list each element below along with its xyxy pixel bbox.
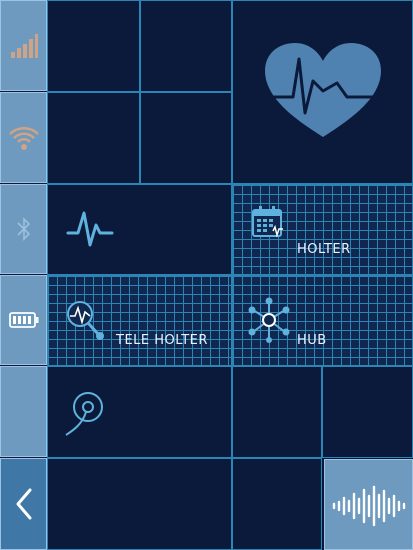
signal-strength-icon: [10, 33, 38, 58]
sidebar-empty: [0, 366, 47, 457]
hub-network-icon: [248, 297, 290, 343]
tile-r6-c1[interactable]: [47, 458, 232, 550]
holter-label: HOLTER: [297, 242, 351, 257]
sidebar-bluetooth[interactable]: [0, 184, 47, 274]
tile-r2-c1[interactable]: [47, 92, 140, 184]
bluetooth-icon: [16, 217, 30, 241]
calendar-icon: [252, 206, 283, 238]
sidebar-battery[interactable]: [0, 275, 47, 365]
tile-r1-c2[interactable]: [140, 0, 232, 92]
tele-holter-tile[interactable]: TELE HOLTER: [47, 275, 232, 366]
hub-label: HUB: [297, 333, 327, 348]
ecg-wave-icon: [66, 211, 114, 247]
sensor-probe-icon: [65, 392, 103, 436]
sidebar-wifi[interactable]: [0, 92, 47, 183]
tile-r5-c3[interactable]: [232, 366, 322, 458]
ecg-tile[interactable]: [47, 184, 232, 275]
wifi-icon: [8, 126, 39, 150]
tile-r1-c1[interactable]: [47, 0, 140, 92]
holter-tile[interactable]: HOLTER: [232, 184, 413, 275]
heart-tile[interactable]: [232, 0, 413, 184]
sensor-tile[interactable]: [47, 366, 232, 458]
audio-waveform-icon: [332, 485, 406, 527]
tele-holter-icon: [67, 301, 104, 340]
battery-icon: [8, 312, 38, 328]
tile-r5-c4[interactable]: [322, 366, 413, 458]
hub-tile[interactable]: HUB: [232, 275, 413, 366]
back-button[interactable]: [0, 458, 47, 550]
back-arrow-icon: [16, 488, 31, 520]
heart-ecg-icon: [265, 43, 381, 137]
tile-r2-c2[interactable]: [140, 92, 232, 184]
tile-r6-c3[interactable]: [232, 458, 322, 550]
sidebar-signal[interactable]: [0, 0, 47, 91]
tele-holter-label: TELE HOLTER: [116, 333, 208, 348]
audio-waveform-button[interactable]: [324, 459, 413, 550]
